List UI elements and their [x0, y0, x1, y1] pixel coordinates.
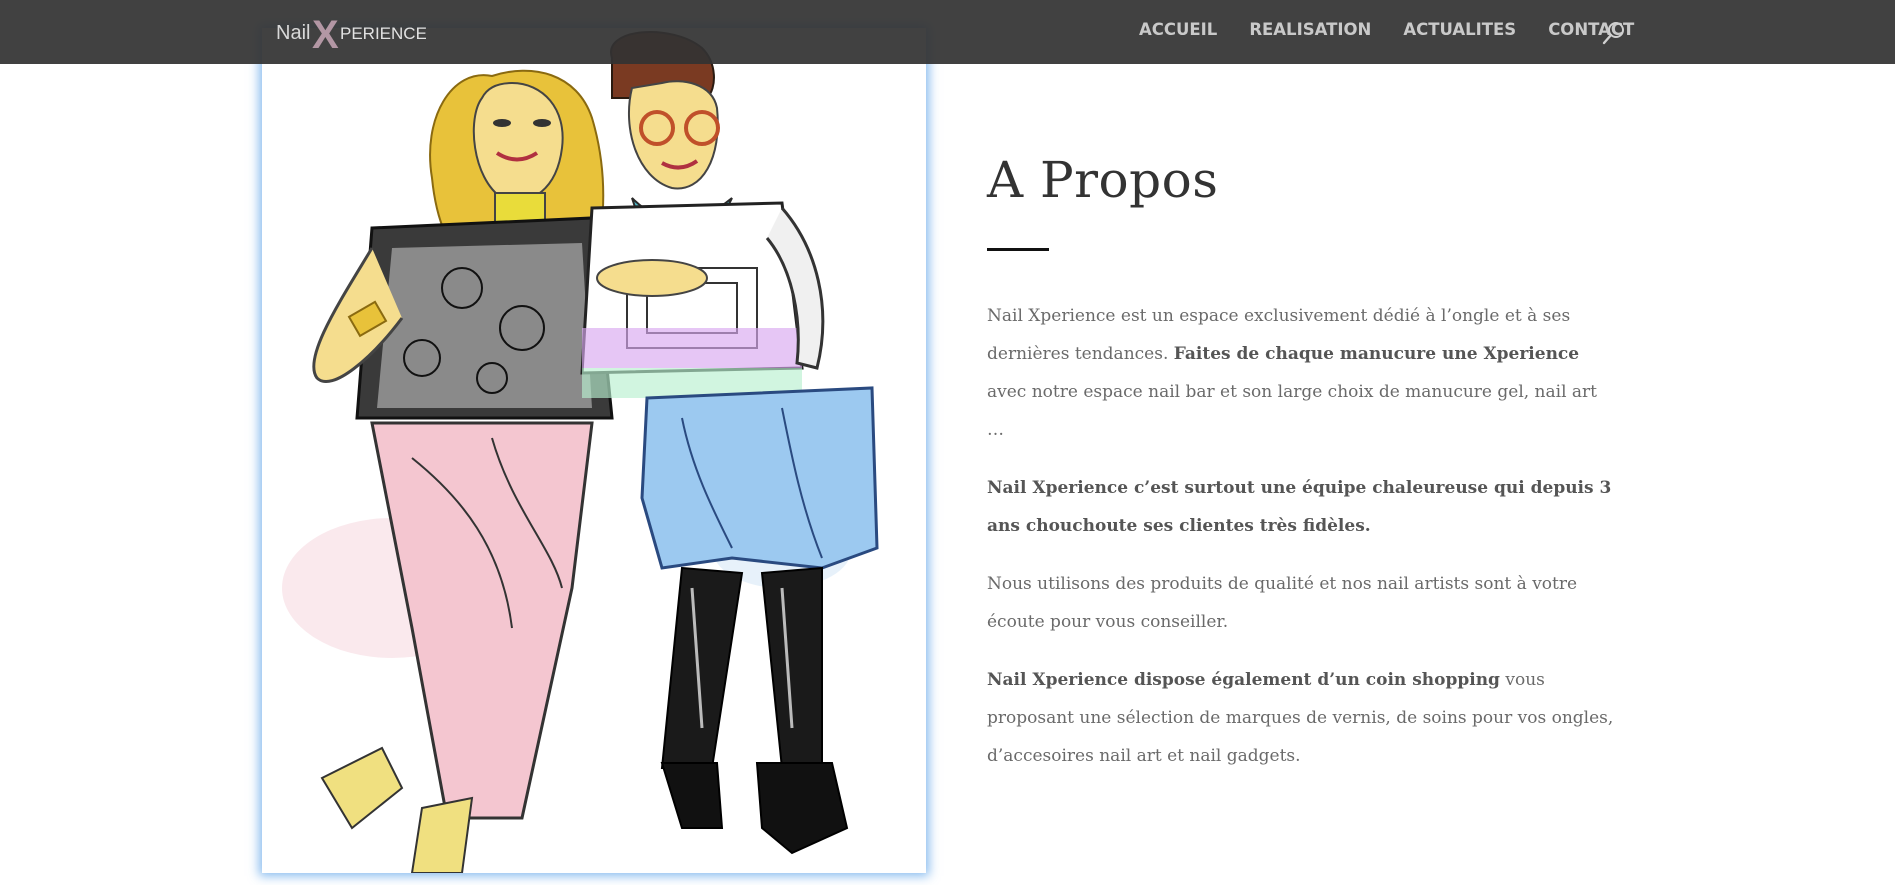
- site-header: Nail X PERIENCE ACCUEIL REALISATION ACTU…: [0, 0, 1895, 64]
- title-divider: [987, 248, 1049, 251]
- nav-item-realisation[interactable]: REALISATION: [1249, 20, 1371, 40]
- fashion-illustration: [262, 28, 926, 873]
- main-nav: ACCUEIL REALISATION ACTUALITES CONTACT: [1139, 20, 1666, 40]
- about-paragraph-3: Nous utilisons des produits de qualité e…: [987, 574, 1578, 632]
- about-p1-highlight: Faites de chaque manucure une Xperience: [1173, 344, 1580, 364]
- logo-text-nail: Nail: [276, 22, 310, 44]
- about-p4-highlight: Nail Xperience dispose également d’un co…: [987, 670, 1500, 690]
- logo-text-perience: PERIENCE: [340, 24, 426, 43]
- about-paragraph-4: Nail Xperience dispose également d’un co…: [987, 661, 1617, 775]
- about-p1-text-c: avec notre espace nail bar et son large …: [987, 382, 1598, 440]
- search-icon[interactable]: [1601, 20, 1627, 46]
- about-paragraph-1: Nail Xperience est un espace exclusiveme…: [987, 297, 1617, 449]
- page-title: A Propos: [987, 151, 1219, 209]
- about-paragraph-2: Nail Xperience c’est surtout une équipe …: [987, 469, 1617, 545]
- site-logo[interactable]: Nail X PERIENCE: [276, 12, 426, 52]
- logo-text-x: X: [312, 13, 339, 52]
- about-section: A Propos Nail Xperience est un espace ex…: [987, 150, 1617, 795]
- about-p2-highlight: Nail Xperience c’est surtout une équipe …: [987, 478, 1612, 536]
- nav-item-actualites[interactable]: ACTUALITES: [1403, 20, 1516, 40]
- nav-item-accueil[interactable]: ACCUEIL: [1139, 20, 1217, 40]
- illustration-drawing: [282, 31, 879, 873]
